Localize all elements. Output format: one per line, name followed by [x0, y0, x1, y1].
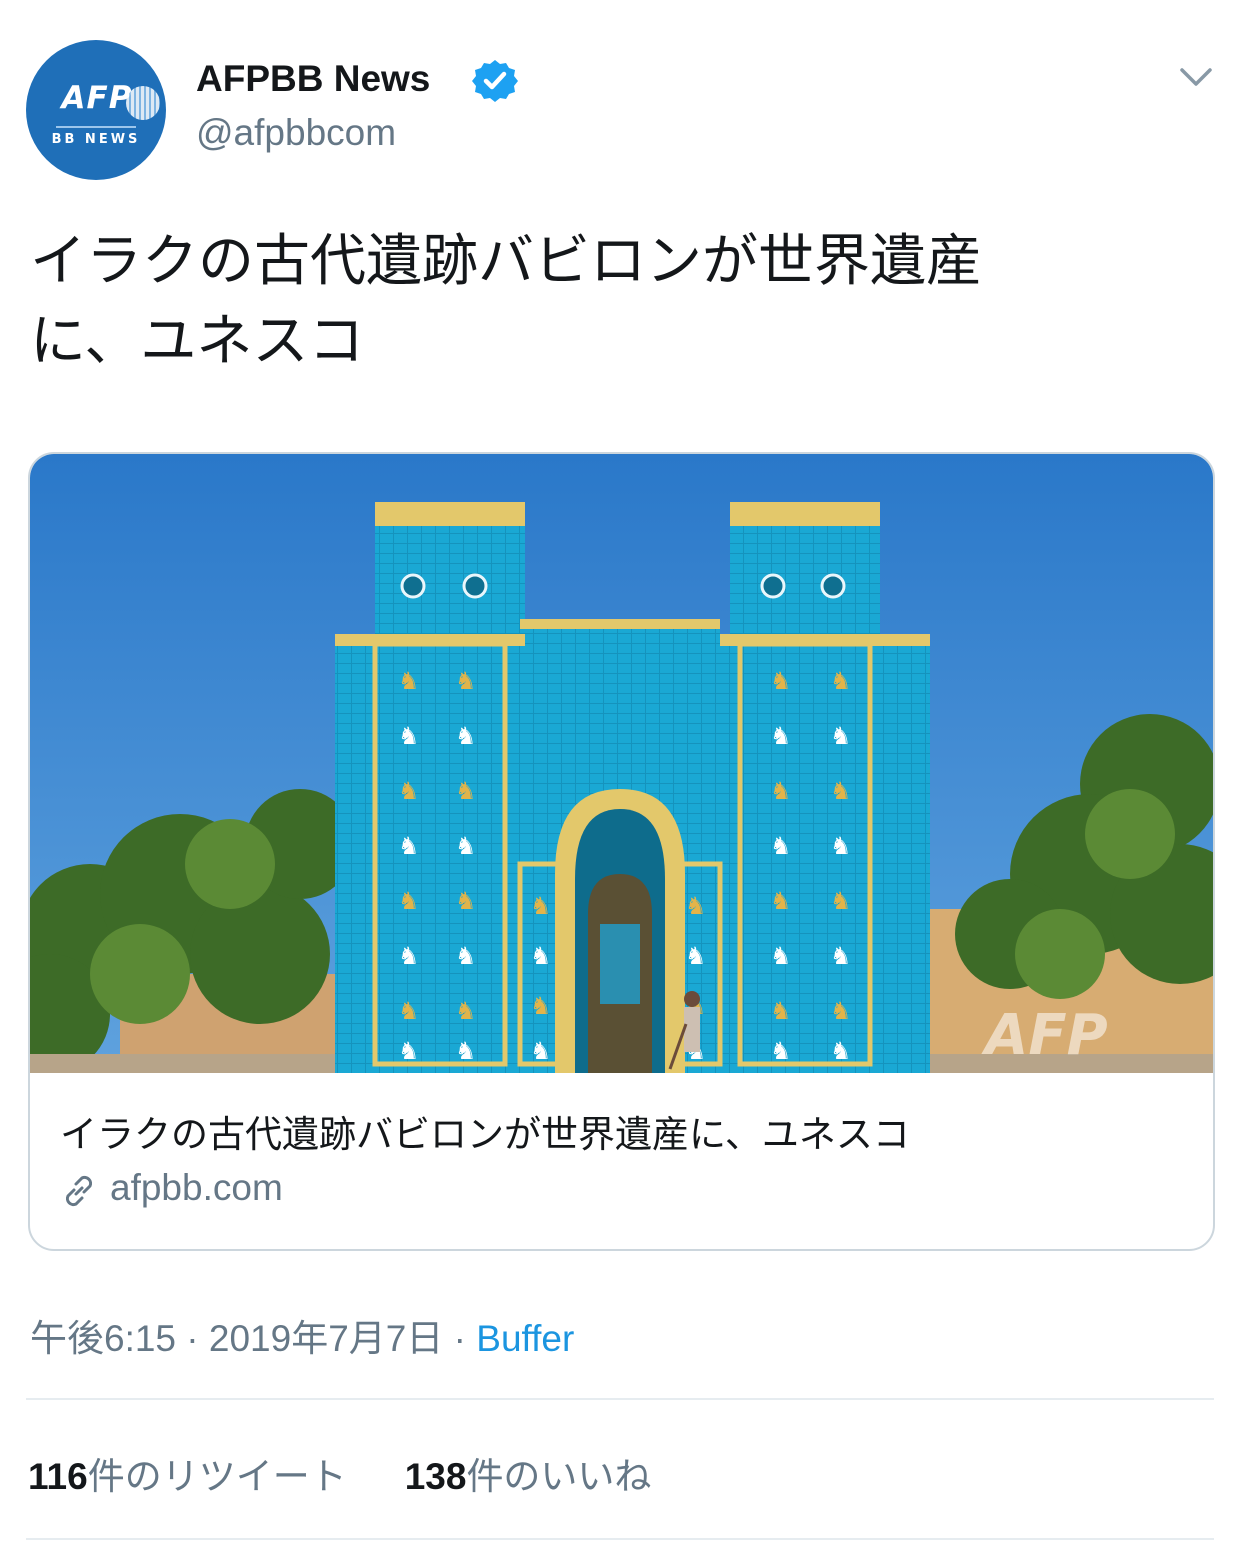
svg-text:♞: ♞: [770, 887, 792, 915]
tweet-text-line: イラクの古代遺跡バビロンが世界遺産: [30, 229, 982, 294]
avatar[interactable]: AFP BB NEWS: [26, 40, 166, 180]
svg-text:♞: ♞: [398, 722, 420, 750]
likes-stat[interactable]: 138件のいいね: [405, 1446, 652, 1500]
card-title[interactable]: イラクの古代遺跡バビロンが世界遺産に、ユネスコ: [60, 1104, 910, 1158]
svg-text:♞: ♞: [398, 1037, 420, 1065]
svg-text:♞: ♞: [398, 832, 420, 860]
svg-text:♞: ♞: [770, 997, 792, 1025]
meta-separator: ·: [176, 1318, 209, 1359]
svg-text:♞: ♞: [830, 667, 852, 695]
svg-text:♞: ♞: [770, 777, 792, 805]
svg-text:♞: ♞: [530, 1037, 552, 1065]
card-image[interactable]: ♞ ♞ ♞ ♞ ♞ ♞ ♞ ♞ ♞ ♞ ♞ ♞ ♞ ♞ ♞ ♞ ♞ ♞ ♞ ♞ ♞ ♞ ♞ ♞ ♞ ♞ ♞…: [30, 454, 1213, 1073]
svg-text:♞: ♞: [830, 887, 852, 915]
svg-text:♞: ♞: [530, 892, 552, 920]
svg-text:♞: ♞: [830, 722, 852, 750]
avatar-divider: [56, 126, 136, 128]
svg-text:♞: ♞: [685, 942, 707, 970]
tweet-text: イラクの古代遺跡バビロンが世界遺産 に、ユネスコ: [30, 222, 1180, 382]
svg-text:♞: ♞: [455, 832, 477, 860]
svg-text:♞: ♞: [770, 832, 792, 860]
globe-icon: [126, 86, 160, 120]
svg-text:♞: ♞: [830, 1037, 852, 1065]
meta-separator: ·: [443, 1318, 477, 1359]
svg-text:♞: ♞: [455, 667, 477, 695]
svg-text:♞: ♞: [455, 777, 477, 805]
card-domain[interactable]: afpbb.com: [110, 1167, 283, 1209]
tweet-metadata: 午後6:15 · 2019年7月7日 · Buffer: [30, 1308, 574, 1362]
svg-text:♞: ♞: [455, 942, 477, 970]
svg-text:♞: ♞: [830, 942, 852, 970]
svg-text:♞: ♞: [455, 722, 477, 750]
tweet-source-link[interactable]: Buffer: [476, 1318, 574, 1359]
svg-text:♞: ♞: [398, 667, 420, 695]
svg-text:♞: ♞: [455, 887, 477, 915]
chevron-down-icon[interactable]: [1176, 62, 1216, 92]
link-icon: [65, 1175, 93, 1207]
svg-text:♞: ♞: [530, 992, 552, 1020]
divider: [26, 1398, 1214, 1400]
tweet-time[interactable]: 午後6:15: [30, 1318, 176, 1359]
likes-count: 138: [404, 1456, 467, 1497]
avatar-logo-subtext: BB NEWS: [51, 132, 141, 147]
likes-label: 件のいいね: [466, 1456, 652, 1497]
verified-badge-icon: [472, 60, 518, 102]
svg-text:♞: ♞: [830, 997, 852, 1025]
svg-text:♞: ♞: [770, 722, 792, 750]
retweets-stat[interactable]: 116件のリツイート: [28, 1446, 347, 1500]
author-handle[interactable]: @afpbbcom: [196, 112, 396, 154]
author-name[interactable]: AFPBB News: [196, 58, 430, 100]
svg-text:♞: ♞: [398, 942, 420, 970]
svg-text:♞: ♞: [455, 1037, 477, 1065]
svg-text:♞: ♞: [830, 777, 852, 805]
svg-text:♞: ♞: [770, 942, 792, 970]
tweet-stats: 116件のリツイート 138件のいいね: [28, 1446, 709, 1500]
svg-text:♞: ♞: [770, 667, 792, 695]
svg-text:♞: ♞: [398, 777, 420, 805]
retweets-label: 件のリツイート: [87, 1456, 347, 1497]
divider: [26, 1538, 1214, 1540]
tweet-text-line: に、ユネスコ: [30, 309, 365, 374]
svg-text:♞: ♞: [455, 997, 477, 1025]
link-card[interactable]: ♞ ♞ ♞ ♞ ♞ ♞ ♞ ♞ ♞ ♞ ♞ ♞ ♞ ♞ ♞ ♞ ♞ ♞ ♞ ♞ ♞ ♞ ♞ ♞ ♞ ♞ ♞…: [28, 452, 1215, 1251]
svg-text:♞: ♞: [398, 887, 420, 915]
tweet-date[interactable]: 2019年7月7日: [209, 1318, 443, 1359]
svg-text:♞: ♞: [398, 997, 420, 1025]
svg-text:♞: ♞: [830, 832, 852, 860]
card-image-watermark: AFP: [981, 1003, 1108, 1068]
retweets-count: 116: [28, 1456, 88, 1497]
svg-text:♞: ♞: [685, 892, 707, 920]
svg-text:♞: ♞: [770, 1037, 792, 1065]
svg-text:♞: ♞: [530, 942, 552, 970]
